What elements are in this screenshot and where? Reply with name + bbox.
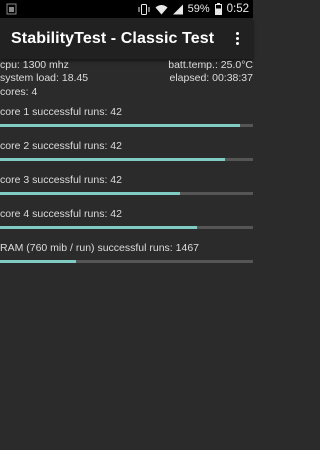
- signal-icon: [172, 4, 183, 14]
- battery-icon: [214, 3, 222, 15]
- info-row-cores: cores: 4: [0, 86, 253, 100]
- cpu-frequency: cpu: 1300 mhz: [0, 59, 69, 71]
- core-1-progress-fill: [0, 124, 241, 127]
- core-2-progress-fill: [0, 158, 226, 161]
- core-1-label: core 1 successful runs: 42: [0, 106, 122, 118]
- battery-percent: 59%: [187, 3, 210, 15]
- info-row-cpu: cpu: 1300 mhz batt.temp.: 25.0°C: [0, 59, 253, 73]
- android-debug-icon: [6, 3, 17, 15]
- vibrate-icon: [138, 3, 150, 15]
- core-3-progress-bar: [0, 192, 253, 195]
- core-2-progress-bar: [0, 158, 253, 161]
- wifi-icon: [155, 4, 168, 14]
- core-4-label: core 4 successful runs: 42: [0, 208, 122, 220]
- page-title: StabilityTest - Classic Test: [11, 30, 215, 47]
- core-2-label: core 2 successful runs: 42: [0, 140, 122, 152]
- ram-progress-bar: [0, 260, 253, 263]
- battery-temperature: batt.temp.: 25.0°C: [168, 59, 253, 71]
- core-3-label: core 3 successful runs: 42: [0, 174, 122, 186]
- core-4-progress-bar: [0, 226, 253, 229]
- status-icons: 59% 0:52: [138, 0, 249, 18]
- elapsed-time: elapsed: 00:38:37: [169, 72, 254, 84]
- clock: 0:52: [226, 3, 249, 15]
- system-load: system load: 18.45: [0, 72, 89, 84]
- overflow-menu-icon[interactable]: [227, 28, 247, 48]
- core-count: cores: 4: [0, 86, 38, 98]
- status-bar: 59% 0:52: [0, 0, 253, 18]
- core-1-progress-bar: [0, 124, 253, 127]
- info-row-load: system load: 18.45 elapsed: 00:38:37: [0, 72, 253, 86]
- core-4-progress-fill: [0, 226, 198, 229]
- ram-label: RAM (760 mib / run) successful runs: 146…: [0, 242, 199, 254]
- app-bar: StabilityTest - Classic Test: [0, 18, 253, 59]
- core-3-progress-fill: [0, 192, 180, 195]
- ram-progress-fill: [0, 260, 76, 263]
